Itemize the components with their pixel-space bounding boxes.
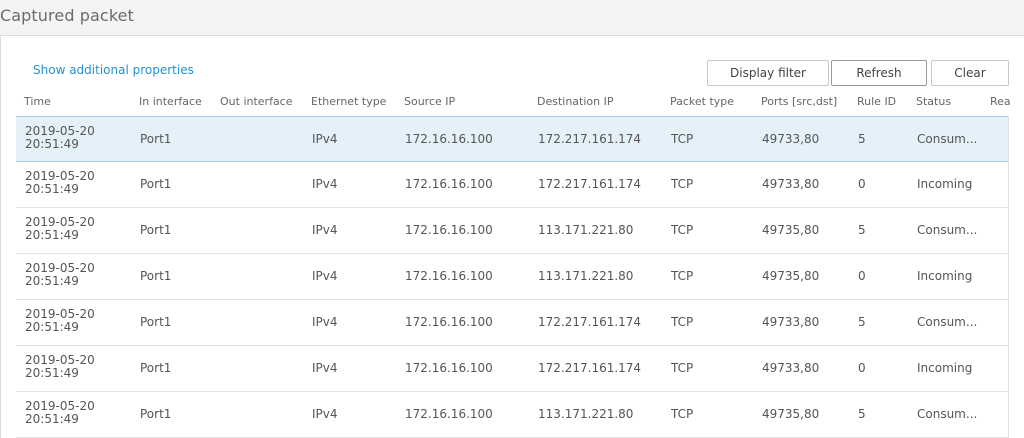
cell-source-ip: 172.16.16.100 [405, 132, 493, 146]
column-header-rule-id[interactable]: Rule ID [857, 95, 896, 108]
table-row[interactable]: 2019-05-20 20:51:49 Port1 IPv4 172.16.16.100… [16, 346, 1008, 392]
cell-clock: 20:51:49 [25, 228, 79, 242]
cell-time: 2019-05-20 20:51:49 [25, 354, 95, 380]
column-header-reason[interactable]: Rea [990, 95, 1011, 108]
cell-source-ip: 172.16.16.100 [405, 407, 493, 421]
cell-clock: 20:51:49 [25, 320, 79, 334]
cell-in-interface: Port1 [140, 407, 172, 421]
cell-in-interface: Port1 [140, 132, 172, 146]
cell-ethernet-type: IPv4 [312, 269, 338, 283]
table-right-edge [1008, 116, 1009, 438]
cell-source-ip: 172.16.16.100 [405, 361, 493, 375]
column-header-out-interface[interactable]: Out interface [220, 95, 293, 108]
cell-packet-type: TCP [671, 223, 694, 237]
cell-ethernet-type: IPv4 [312, 361, 338, 375]
cell-ports: 49735,80 [762, 223, 820, 237]
cell-packet-type: TCP [671, 361, 694, 375]
cell-clock: 20:51:49 [25, 366, 79, 380]
cell-in-interface: Port1 [140, 269, 172, 283]
cell-time: 2019-05-20 20:51:49 [25, 308, 95, 334]
cell-status: Incoming [917, 269, 973, 283]
table-row[interactable]: 2019-05-20 20:51:49 Port1 IPv4 172.16.16.100… [16, 254, 1008, 300]
cell-rule-id: 0 [858, 269, 866, 283]
cell-clock: 20:51:49 [25, 137, 79, 151]
cell-time: 2019-05-20 20:51:49 [25, 400, 95, 426]
cell-time: 2019-05-20 20:51:49 [25, 216, 95, 242]
cell-destination-ip: 113.171.221.80 [538, 407, 634, 421]
column-header-time[interactable]: Time [24, 95, 51, 108]
table-row[interactable]: 2019-05-20 20:51:49 Port1 IPv4 172.16.16.100… [16, 300, 1008, 346]
column-header-destination-ip[interactable]: Destination IP [537, 95, 614, 108]
cell-ports: 49735,80 [762, 407, 820, 421]
cell-packet-type: TCP [671, 177, 694, 191]
display-filter-button[interactable]: Display filter [707, 60, 829, 86]
cell-status: Consum... [917, 132, 978, 146]
cell-in-interface: Port1 [140, 315, 172, 329]
cell-rule-id: 5 [858, 407, 866, 421]
cell-rule-id: 0 [858, 177, 866, 191]
table-row[interactable]: 2019-05-20 20:51:49 Port1 IPv4 172.16.16.100… [16, 208, 1008, 254]
cell-source-ip: 172.16.16.100 [405, 315, 493, 329]
cell-destination-ip: 113.171.221.80 [538, 223, 634, 237]
clear-button[interactable]: Clear [931, 60, 1009, 86]
cell-rule-id: 0 [858, 361, 866, 375]
cell-destination-ip: 172.217.161.174 [538, 132, 642, 146]
column-header-source-ip[interactable]: Source IP [404, 95, 455, 108]
cell-packet-type: TCP [671, 407, 694, 421]
cell-destination-ip: 172.217.161.174 [538, 315, 642, 329]
cell-status: Consum... [917, 315, 978, 329]
cell-clock: 20:51:49 [25, 182, 79, 196]
cell-ethernet-type: IPv4 [312, 132, 338, 146]
cell-destination-ip: 172.217.161.174 [538, 177, 642, 191]
column-header-ethernet-type[interactable]: Ethernet type [311, 95, 386, 108]
cell-in-interface: Port1 [140, 361, 172, 375]
cell-rule-id: 5 [858, 315, 866, 329]
cell-status: Consum... [917, 223, 978, 237]
cell-in-interface: Port1 [140, 177, 172, 191]
cell-packet-type: TCP [671, 315, 694, 329]
table-row[interactable]: 2019-05-20 20:51:49 Port1 IPv4 172.16.16.100… [16, 162, 1008, 208]
cell-ports: 49733,80 [762, 361, 820, 375]
cell-ethernet-type: IPv4 [312, 177, 338, 191]
cell-status: Consum... [917, 407, 978, 421]
cell-source-ip: 172.16.16.100 [405, 177, 493, 191]
cell-ethernet-type: IPv4 [312, 223, 338, 237]
cell-time: 2019-05-20 20:51:49 [25, 125, 95, 151]
cell-in-interface: Port1 [140, 223, 172, 237]
cell-clock: 20:51:49 [25, 412, 79, 426]
cell-source-ip: 172.16.16.100 [405, 269, 493, 283]
column-header-packet-type[interactable]: Packet type [670, 95, 734, 108]
cell-ports: 49733,80 [762, 315, 820, 329]
cell-ports: 49733,80 [762, 132, 820, 146]
cell-status: Incoming [917, 361, 973, 375]
cell-packet-type: TCP [671, 132, 694, 146]
table-row[interactable]: 2019-05-20 20:51:49 Port1 IPv4 172.16.16.100… [16, 116, 1008, 162]
column-header-in-interface[interactable]: In interface [139, 95, 202, 108]
refresh-button[interactable]: Refresh [831, 60, 927, 86]
cell-status: Incoming [917, 177, 973, 191]
column-header-status[interactable]: Status [916, 95, 951, 108]
show-additional-properties-link[interactable]: Show additional properties [33, 63, 194, 77]
cell-rule-id: 5 [858, 132, 866, 146]
page-title: Captured packet [0, 6, 134, 25]
cell-destination-ip: 113.171.221.80 [538, 269, 634, 283]
table-row[interactable]: 2019-05-20 20:51:49 Port1 IPv4 172.16.16.100… [16, 392, 1008, 438]
cell-ports: 49733,80 [762, 177, 820, 191]
cell-ethernet-type: IPv4 [312, 407, 338, 421]
cell-time: 2019-05-20 20:51:49 [25, 262, 95, 288]
cell-clock: 20:51:49 [25, 274, 79, 288]
cell-ethernet-type: IPv4 [312, 315, 338, 329]
cell-time: 2019-05-20 20:51:49 [25, 170, 95, 196]
cell-ports: 49735,80 [762, 269, 820, 283]
cell-destination-ip: 172.217.161.174 [538, 361, 642, 375]
cell-rule-id: 5 [858, 223, 866, 237]
column-header-ports[interactable]: Ports [src,dst] [761, 95, 837, 108]
cell-packet-type: TCP [671, 269, 694, 283]
cell-source-ip: 172.16.16.100 [405, 223, 493, 237]
